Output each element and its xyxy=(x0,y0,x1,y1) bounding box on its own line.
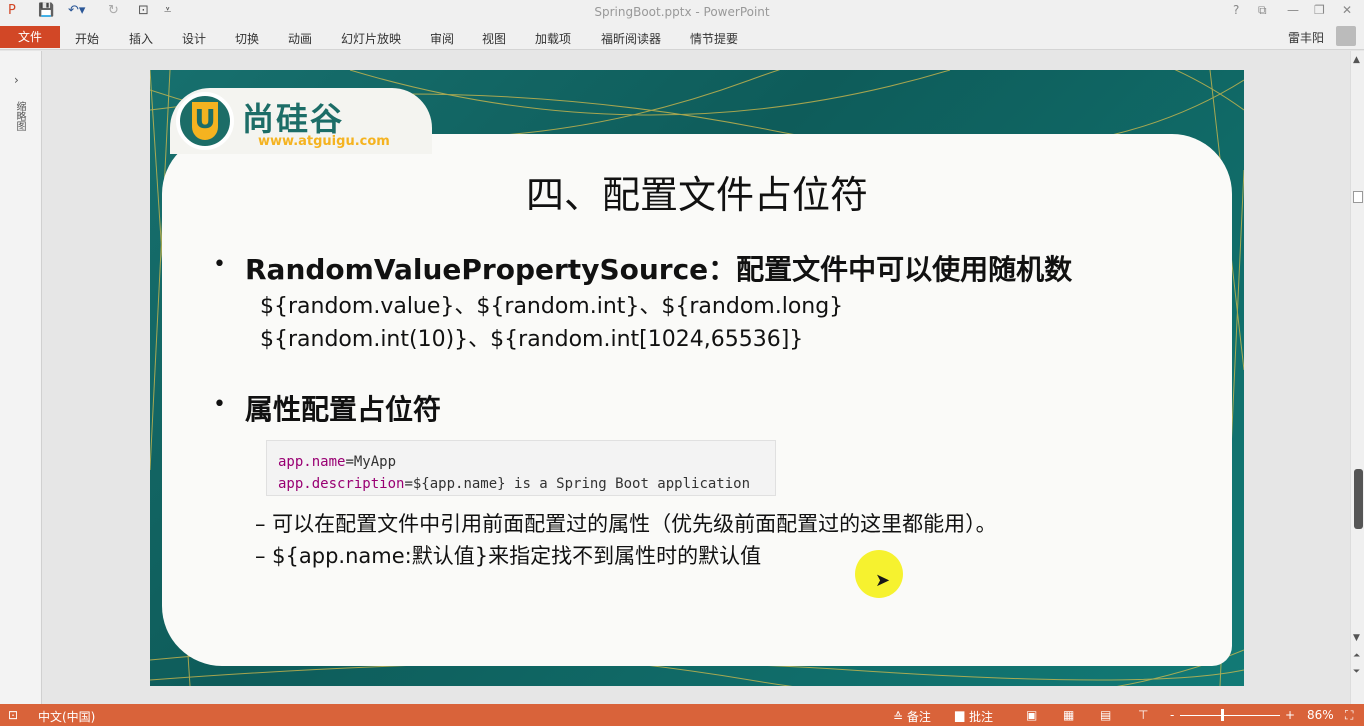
bullet-random: RandomValuePropertySource：配置文件中可以使用随机数 xyxy=(213,248,1072,288)
fit-to-window-icon[interactable]: ⛶ xyxy=(1345,708,1353,723)
zoom-out-button[interactable]: - xyxy=(1170,708,1174,722)
scroll-down-icon[interactable]: ▼ xyxy=(1353,633,1360,643)
language-indicator[interactable]: 中文(中国) xyxy=(38,708,95,725)
slideshow-view-icon[interactable]: ⊤ xyxy=(1138,708,1148,722)
user-name[interactable]: 雷丰阳 xyxy=(1288,29,1324,46)
random-line-2: ${random.int(10)}、${random.int[1024,6553… xyxy=(260,327,804,352)
prev-slide-icon[interactable]: ⏶ xyxy=(1353,651,1360,661)
tab-design[interactable]: 设计 xyxy=(182,30,206,47)
zoom-slider-thumb[interactable] xyxy=(1221,709,1224,721)
tab-slideshow[interactable]: 幻灯片放映 xyxy=(341,30,401,47)
comments-icon[interactable]: ▆ xyxy=(955,708,964,722)
tab-foxit-reader[interactable]: 福昕阅读器 xyxy=(601,30,661,47)
help-button[interactable]: ? xyxy=(1233,3,1239,17)
next-slide-icon[interactable]: ⏷ xyxy=(1353,667,1360,677)
code-block: app.name=MyApp app.description=${app.nam… xyxy=(266,440,776,496)
scroll-thumb[interactable] xyxy=(1353,191,1363,203)
minimize-button[interactable]: — xyxy=(1287,3,1299,17)
window-title: SpringBoot.pptx - PowerPoint xyxy=(594,5,770,19)
spellcheck-icon[interactable]: ⊡ xyxy=(8,708,18,722)
ribbon-tabs: 文件 开始 插入 设计 切换 动画 幻灯片放映 审阅 视图 加载项 福昕阅读器 … xyxy=(0,24,1364,50)
notes-button[interactable]: ≙ 备注 xyxy=(893,708,931,725)
tab-addins[interactable]: 加载项 xyxy=(535,30,571,47)
sub-point-1: – 可以在配置文件中引用前面配置过的属性（优先级前面配置过的这里都能用）。 xyxy=(255,512,997,536)
vertical-scrollbar[interactable]: ▲ ▼ ⏶ ⏷ xyxy=(1350,51,1364,704)
title-bar: P 💾 ↶▾ ↻ ⊡ ⩡ SpringBoot.pptx - PowerPoin… xyxy=(0,0,1364,24)
tab-home[interactable]: 开始 xyxy=(75,30,99,47)
slide-sorter-icon[interactable]: ▦ xyxy=(1063,708,1074,722)
zoom-slider[interactable] xyxy=(1180,715,1280,716)
comments-button[interactable]: 批注 xyxy=(969,708,993,725)
normal-view-icon[interactable]: ▣ xyxy=(1026,708,1037,722)
ribbon-display-button[interactable]: ⧉ xyxy=(1258,3,1267,18)
cursor-highlight: ➤ xyxy=(855,550,903,598)
tab-review[interactable]: 审阅 xyxy=(430,30,454,47)
mouse-pointer-icon: ➤ xyxy=(875,570,891,591)
close-button[interactable]: ✕ xyxy=(1342,3,1352,17)
slide[interactable]: U 尚硅谷 www.atguigu.com 四、配置文件占位符 RandomVa… xyxy=(150,70,1244,686)
zoom-in-button[interactable]: + xyxy=(1285,708,1295,722)
restore-button[interactable]: ❐ xyxy=(1314,3,1325,17)
scroll-handle[interactable] xyxy=(1354,469,1363,529)
thumbnail-pane: › 缩略图 xyxy=(0,51,42,704)
bullet-placeholder: 属性配置占位符 xyxy=(213,388,441,428)
sub-point-2: – ${app.name:默认值}来指定找不到属性时的默认值 xyxy=(255,544,762,568)
thumbnail-label: 缩略图 xyxy=(14,101,25,131)
atguigu-logo: U 尚硅谷 www.atguigu.com xyxy=(170,88,432,154)
tab-storyboarding[interactable]: 情节提要 xyxy=(690,30,738,47)
slide-title: 四、配置文件占位符 xyxy=(525,173,868,217)
tab-insert[interactable]: 插入 xyxy=(129,30,153,47)
tab-view[interactable]: 视图 xyxy=(482,30,506,47)
tab-file[interactable]: 文件 xyxy=(0,26,60,48)
zoom-level[interactable]: 86% xyxy=(1307,708,1334,722)
status-bar: ⊡ 中文(中国) ≙ 备注 ▆ 批注 ▣ ▦ ▤ ⊤ - + 86% ⛶ xyxy=(0,704,1364,726)
reading-view-icon[interactable]: ▤ xyxy=(1100,708,1111,722)
tab-animations[interactable]: 动画 xyxy=(288,30,312,47)
avatar[interactable] xyxy=(1336,26,1356,46)
scroll-up-icon[interactable]: ▲ xyxy=(1353,55,1360,65)
tab-transitions[interactable]: 切换 xyxy=(235,30,259,47)
expand-chevron-icon[interactable]: › xyxy=(14,73,19,87)
random-line-1: ${random.value}、${random.int}、${random.l… xyxy=(260,294,844,319)
